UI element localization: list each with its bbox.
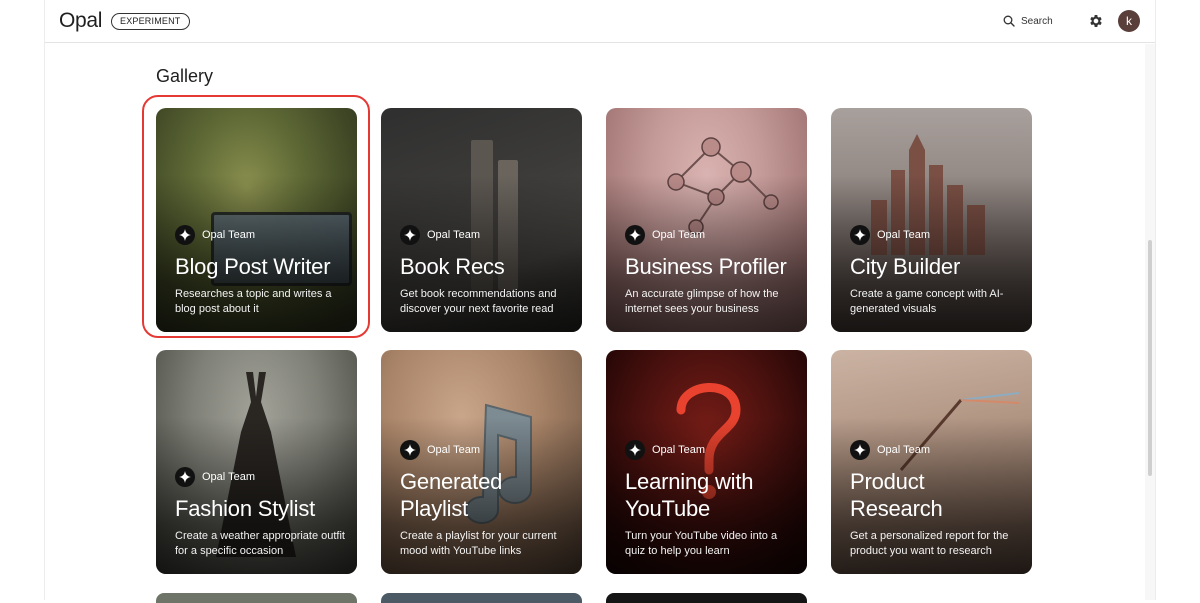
experiment-badge: EXPERIMENT [111, 13, 190, 30]
card-author: Opal Team [625, 440, 795, 460]
card-description: Create a weather appropriate outfit for … [175, 530, 345, 557]
author-name: Opal Team [202, 229, 255, 241]
card-description: Create a game concept with AI-generated … [850, 288, 1004, 315]
gallery-card-product-research[interactable]: Opal Team Product Research Get a persona… [831, 350, 1032, 574]
card-author: Opal Team [175, 225, 345, 245]
page-frame-right [1155, 0, 1156, 600]
gallery-card-partial[interactable] [381, 593, 582, 603]
sparkle-icon [400, 225, 420, 245]
card-content: Opal Team Book Recs Get book recommendat… [400, 225, 570, 317]
card-content: Opal Team Blog Post Writer Researches a … [175, 225, 345, 317]
gallery-card-city-builder[interactable]: Opal Team City Builder Create a game con… [831, 108, 1032, 332]
avatar[interactable]: k [1118, 10, 1140, 32]
card-title: Generated Playlist [400, 469, 503, 521]
gallery-card-partial[interactable] [156, 593, 357, 603]
card-author: Opal Team [400, 225, 570, 245]
gallery-card-fashion-stylist[interactable]: Opal Team Fashion Stylist Create a weath… [156, 350, 357, 574]
gallery-card-partial[interactable] [606, 593, 807, 603]
card-author: Opal Team [625, 225, 795, 245]
gallery-card-generated-playlist[interactable]: Opal Team Generated Playlist Create a pl… [381, 350, 582, 574]
search-button[interactable]: Search [1003, 12, 1053, 30]
sparkle-icon [625, 225, 645, 245]
scrollbar-thumb[interactable] [1148, 240, 1152, 476]
sparkle-icon [175, 225, 195, 245]
sparkle-icon [625, 440, 645, 460]
search-icon [1003, 15, 1015, 27]
sparkle-icon [850, 225, 870, 245]
card-content: Opal Team Fashion Stylist Create a weath… [175, 467, 345, 559]
author-name: Opal Team [427, 444, 480, 456]
author-name: Opal Team [877, 229, 930, 241]
card-title: Product Research [850, 469, 943, 521]
card-description: An accurate glimpse of how the internet … [625, 288, 779, 315]
gallery-title: Gallery [156, 66, 214, 86]
top-bar: Opal EXPERIMENT Search k [45, 0, 1155, 43]
card-author: Opal Team [850, 225, 1020, 245]
card-content: Opal Team Business Profiler An accurate … [625, 225, 795, 317]
gallery-card-business-profiler[interactable]: Opal Team Business Profiler An accurate … [606, 108, 807, 332]
card-description: Turn your YouTube video into a quiz to h… [625, 530, 778, 557]
sparkle-icon [175, 467, 195, 487]
author-name: Opal Team [427, 229, 480, 241]
author-name: Opal Team [652, 444, 705, 456]
card-content: Opal Team City Builder Create a game con… [850, 225, 1020, 317]
gear-icon[interactable] [1088, 13, 1104, 29]
card-title: Learning with YouTube [625, 469, 754, 521]
card-title: Business Profiler [625, 254, 787, 279]
card-title: City Builder [850, 254, 961, 279]
card-author: Opal Team [850, 440, 1020, 460]
card-content: Opal Team Product Research Get a persona… [850, 440, 1020, 559]
card-author: Opal Team [400, 440, 570, 460]
gallery-card-learning-with-youtube[interactable]: Opal Team Learning with YouTube Turn you… [606, 350, 807, 574]
sparkle-icon [400, 440, 420, 460]
app-logo[interactable]: Opal [59, 9, 102, 33]
card-title: Blog Post Writer [175, 254, 331, 279]
page-frame-left [44, 0, 45, 600]
card-description: Create a playlist for your current mood … [400, 530, 557, 557]
author-name: Opal Team [652, 229, 705, 241]
card-content: Opal Team Learning with YouTube Turn you… [625, 440, 795, 559]
sparkle-icon [850, 440, 870, 460]
gallery-card-book-recs[interactable]: Opal Team Book Recs Get book recommendat… [381, 108, 582, 332]
card-title: Fashion Stylist [175, 496, 316, 521]
card-content: Opal Team Generated Playlist Create a pl… [400, 440, 570, 559]
card-title: Book Recs [400, 254, 505, 279]
card-description: Get a personalized report for the produc… [850, 530, 1009, 557]
search-label: Search [1021, 15, 1053, 27]
author-name: Opal Team [202, 471, 255, 483]
card-description: Get book recommendations and discover yo… [400, 288, 557, 315]
author-name: Opal Team [877, 444, 930, 456]
card-description: Researches a topic and writes a blog pos… [175, 288, 332, 315]
card-author: Opal Team [175, 467, 345, 487]
gallery-card-blog-post-writer[interactable]: Opal Team Blog Post Writer Researches a … [156, 108, 357, 332]
